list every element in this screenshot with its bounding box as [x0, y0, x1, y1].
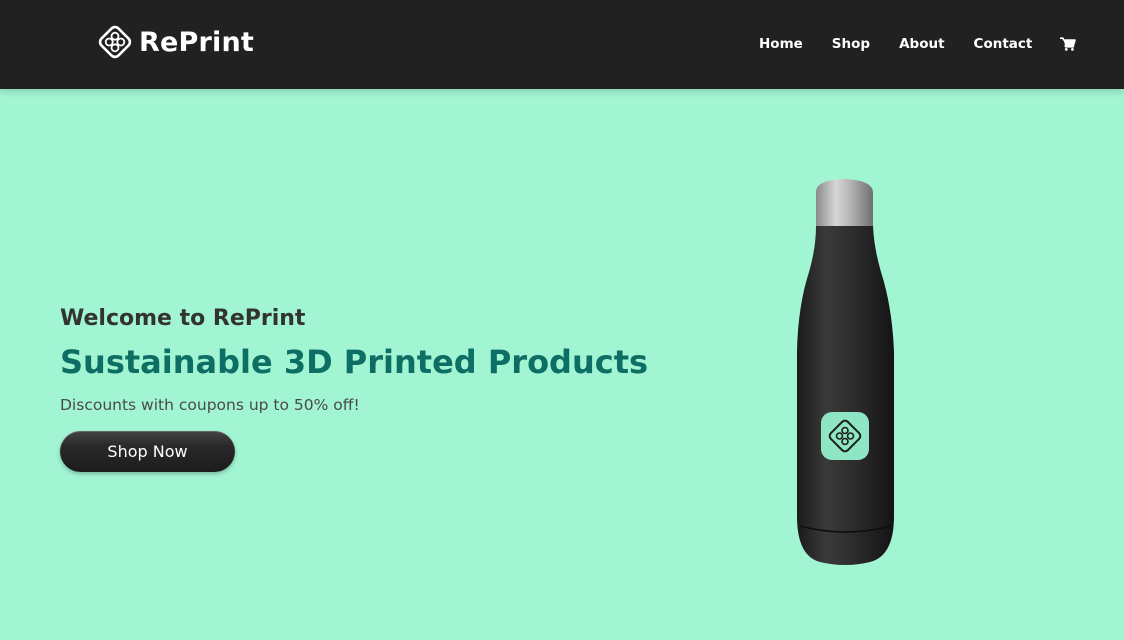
water-bottle-image	[797, 179, 894, 565]
welcome-heading: Welcome to RePrint	[60, 306, 306, 331]
shop-now-button[interactable]: Shop Now	[60, 431, 235, 472]
nav-about[interactable]: About	[899, 36, 944, 52]
shopping-cart-icon[interactable]	[1060, 36, 1077, 52]
reprint-logo-icon	[98, 25, 132, 59]
brand-name: RePrint	[139, 26, 254, 58]
discount-text: Discounts with coupons up to 50% off!	[60, 396, 360, 414]
main-nav: Home Shop About Contact	[759, 33, 1077, 55]
navbar: RePrint Home Shop About Contact	[0, 0, 1124, 89]
nav-shop[interactable]: Shop	[832, 36, 870, 52]
hero-headline: Sustainable 3D Printed Products	[60, 343, 649, 381]
hero-text: Welcome to RePrint Sustainable 3D Printe…	[60, 304, 648, 416]
nav-home[interactable]: Home	[759, 36, 803, 52]
brand-link[interactable]: RePrint	[96, 22, 254, 62]
nav-contact[interactable]: Contact	[974, 36, 1033, 52]
